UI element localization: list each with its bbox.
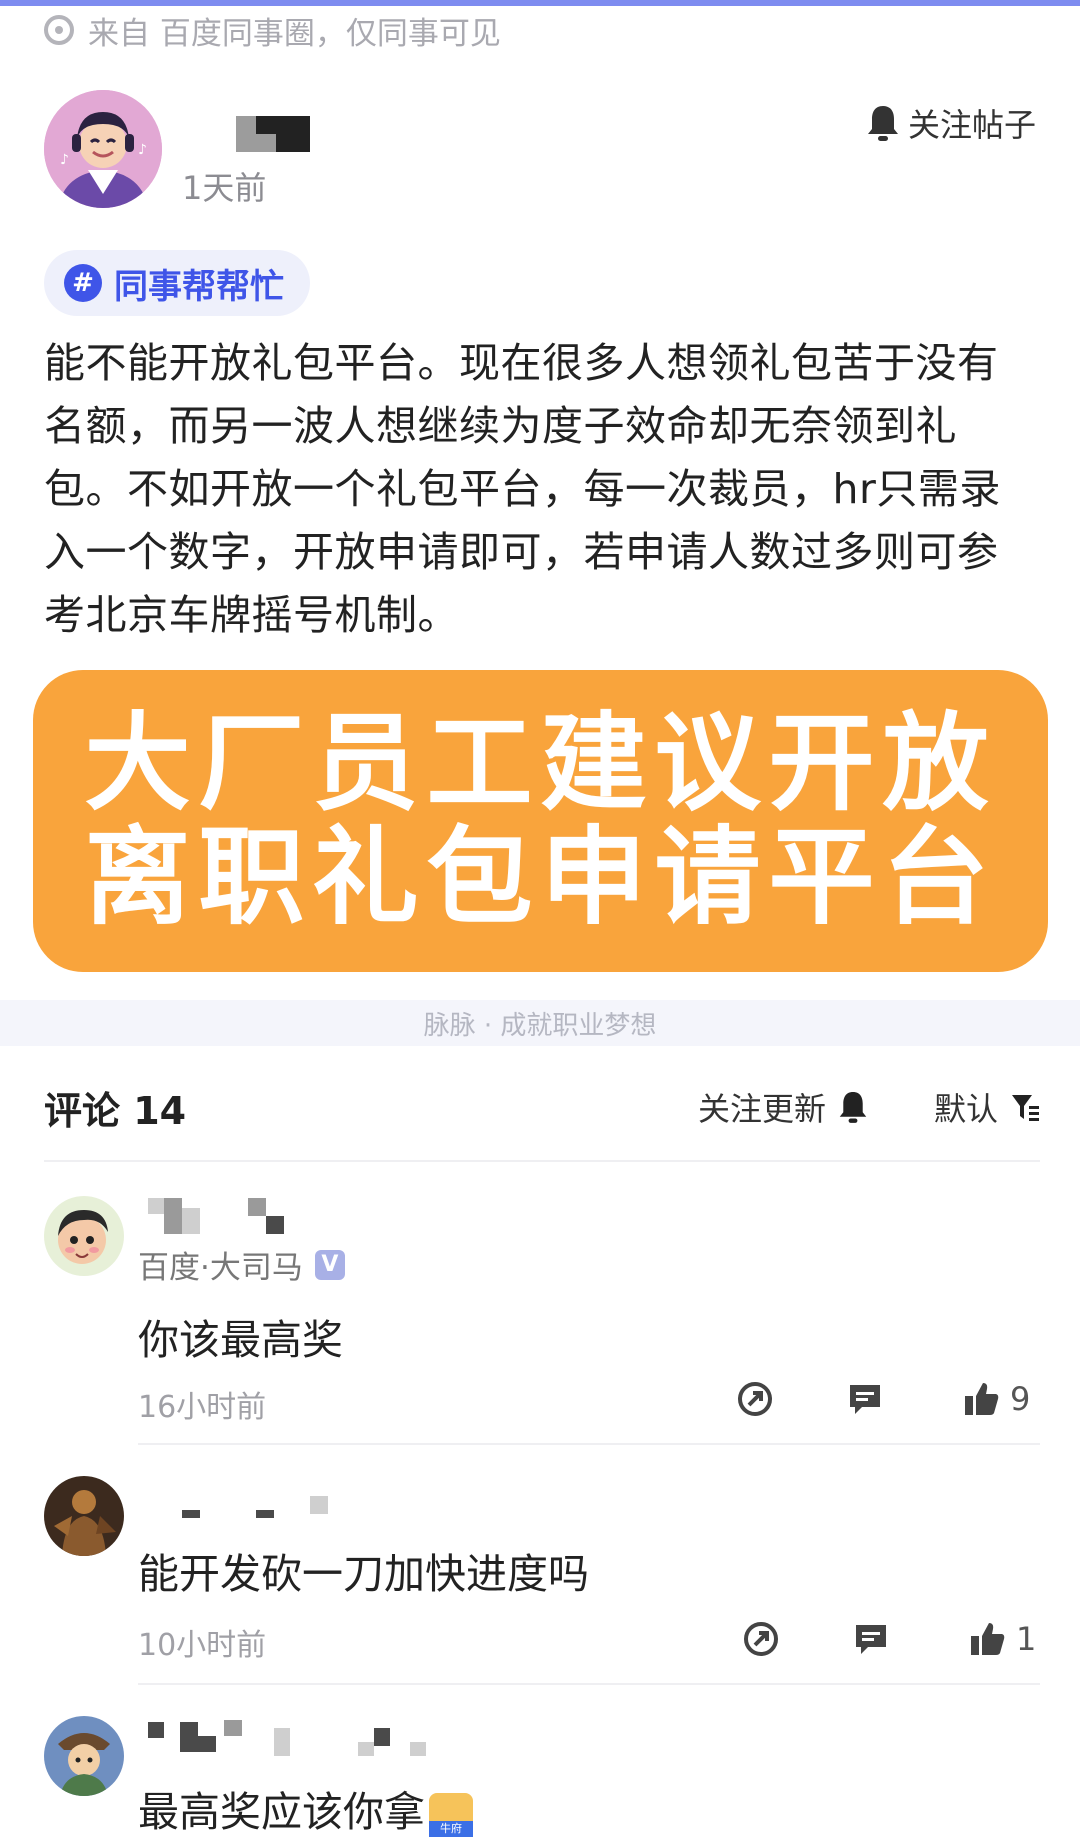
hashtag-icon: # — [64, 264, 102, 302]
comment-text: 你该最高奖 — [138, 1316, 343, 1364]
bell-icon — [839, 1092, 867, 1123]
divider — [138, 1443, 1040, 1445]
watermark: 脉脉 · 成就职业梦想 — [0, 1000, 1080, 1046]
thumbs-up-icon — [965, 1383, 999, 1415]
comments-title: 评论 14 — [44, 1089, 187, 1133]
svg-text:♪: ♪ — [60, 152, 69, 168]
share-button[interactable] — [736, 1380, 774, 1418]
comment-text: 最高奖应该你拿 牛府 — [138, 1778, 473, 1838]
like-count: 1 — [1016, 1620, 1037, 1658]
banner-line-2: 离职礼包申请平台 — [84, 816, 997, 939]
like-count: 9 — [1010, 1380, 1031, 1418]
location-dot-icon — [44, 15, 74, 45]
sort-label: 默认 — [933, 1090, 998, 1128]
bell-icon — [867, 106, 898, 141]
share-button[interactable] — [742, 1620, 780, 1658]
top-accent-bar — [0, 0, 1080, 6]
emoji-sticker-label: 牛府 — [429, 1821, 473, 1837]
commenter-name-redacted — [138, 1198, 438, 1238]
share-icon — [744, 1622, 778, 1656]
follow-updates-label: 关注更新 — [698, 1090, 827, 1128]
follow-post-label: 关注帖子 — [907, 106, 1036, 144]
comments-header: 评论 14 关注更新 默认 — [44, 1080, 1040, 1133]
comment-time: 10小时前 — [138, 1628, 267, 1663]
verified-badge-icon: V — [314, 1249, 345, 1280]
commenter-avatar[interactable] — [44, 1476, 124, 1556]
post-body: 能不能开放礼包平台。现在很多人想领礼包苦于没有名额，而另一波人想继续为度子效命却… — [44, 339, 1001, 639]
reply-button[interactable] — [846, 1380, 884, 1418]
topic-tag[interactable]: # 同事帮帮忙 — [44, 250, 310, 316]
commenter-name-redacted — [138, 1720, 438, 1760]
like-button[interactable]: 1 — [968, 1620, 1036, 1658]
post-time: 1天前 — [182, 169, 267, 207]
commenter-company: 百度·大司马 — [138, 1250, 303, 1286]
comment-icon — [850, 1385, 880, 1414]
author-name-redacted — [236, 116, 310, 152]
sort-dropdown[interactable]: 默认 — [934, 1084, 1040, 1130]
post-banner-image[interactable]: 大厂员工建议开放 离职礼包申请平台 — [33, 670, 1048, 972]
commenter-name-redacted — [138, 1488, 438, 1528]
reply-button[interactable] — [852, 1620, 890, 1658]
svg-text:♪: ♪ — [138, 142, 147, 158]
filter-icon — [1012, 1095, 1039, 1121]
author-avatar[interactable]: ♪ ♪ — [44, 90, 162, 208]
follow-updates-button[interactable]: 关注更新 — [698, 1084, 868, 1130]
comment-time: 16小时前 — [138, 1390, 267, 1425]
divider — [138, 1683, 1040, 1685]
commenter-avatar[interactable] — [44, 1196, 124, 1276]
comment-text: 能开发砍一刀加快进度吗 — [138, 1550, 589, 1598]
banner-line-1: 大厂员工建议开放 — [84, 702, 997, 825]
emoji-sticker-icon: 牛府 — [429, 1793, 473, 1837]
source-text: 来自 百度同事圈，仅同事可见 — [88, 15, 501, 52]
commenter-meta: 百度·大司马 V — [138, 1242, 345, 1287]
divider — [44, 1160, 1040, 1162]
comment-text-content: 最高奖应该你拿 — [138, 1788, 425, 1836]
comment-icon — [856, 1625, 886, 1654]
thumbs-up-icon — [971, 1623, 1005, 1655]
post-source: 来自 百度同事圈，仅同事可见 — [44, 10, 501, 52]
like-button[interactable]: 9 — [962, 1380, 1030, 1418]
commenter-avatar[interactable] — [44, 1716, 124, 1796]
topic-tag-label: 同事帮帮忙 — [114, 266, 284, 307]
follow-post-button[interactable]: 关注帖子 — [866, 100, 1036, 146]
share-icon — [738, 1382, 772, 1416]
